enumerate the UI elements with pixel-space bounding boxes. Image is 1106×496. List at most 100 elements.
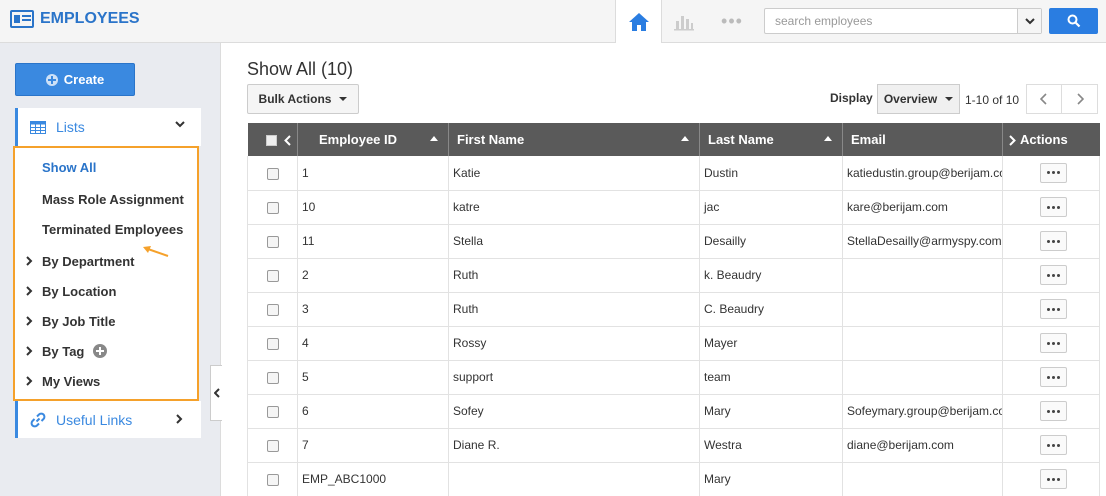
column-header-last-name[interactable]: Last Name [699, 123, 843, 156]
row-checkbox[interactable] [266, 303, 279, 316]
row-checkbox[interactable] [266, 371, 279, 384]
row-actions-button[interactable] [1039, 162, 1067, 183]
more-button[interactable]: ••• [716, 0, 748, 43]
last-name-cell: Mary [699, 462, 843, 496]
table-row[interactable]: 1 Katie Dustin katiedustin.group@berijam.co… [247, 156, 1100, 191]
useful-links-label: Useful Links [56, 411, 133, 428]
row-select-cell [247, 258, 298, 293]
table-row[interactable]: 2 Ruth k. Beaudry [247, 258, 1100, 293]
row-actions-button[interactable] [1039, 299, 1067, 319]
more-dots-icon [1051, 239, 1055, 243]
chevron-right-icon [1076, 93, 1084, 105]
row-select-cell [247, 428, 298, 463]
actions-cell [1002, 394, 1100, 429]
table-row[interactable]: 11 Stella Desailly StellaDesailly@armyspy.c… [247, 224, 1100, 259]
list-item-mass-role-assignment[interactable]: Mass Role Assignment [42, 189, 184, 209]
row-actions-button[interactable] [1039, 469, 1067, 489]
app-title-text: EMPLOYEES [40, 10, 140, 27]
list-item-show-all[interactable]: Show All [42, 157, 96, 177]
column-header-employee-id[interactable]: Employee ID [297, 123, 449, 156]
list-item-label: By Tag [42, 343, 85, 359]
actions-cell [1002, 258, 1100, 293]
more-dots-icon [1056, 341, 1060, 345]
sort-ascending-icon [430, 136, 438, 141]
more-dots-icon [1056, 205, 1060, 209]
actions-cell [1002, 224, 1100, 259]
actions-cell [1002, 292, 1100, 327]
search-button[interactable] [1049, 8, 1098, 34]
more-dots-icon [1046, 205, 1050, 209]
create-button-label: Create [63, 72, 105, 87]
column-header-email[interactable]: Email [842, 123, 1003, 156]
chevron-right-icon [176, 414, 183, 424]
table-row[interactable]: 6 Sofey Mary Sofeymary.group@berijam.com [247, 394, 1100, 429]
page-title: Show All (10) [247, 59, 354, 79]
add-tag-icon[interactable] [93, 344, 108, 358]
display-select-value: Overview [883, 92, 938, 106]
row-checkbox[interactable] [266, 269, 279, 282]
list-item-by-job-title[interactable]: By Job Title [26, 311, 115, 331]
select-all-checkbox[interactable] [265, 135, 277, 147]
row-checkbox[interactable] [266, 167, 279, 180]
column-header-first-name[interactable]: First Name [448, 123, 700, 156]
display-select[interactable]: Overview [877, 84, 960, 114]
row-actions-button[interactable] [1039, 197, 1067, 217]
first-name-cell: Diane R. [448, 428, 700, 463]
chevron-right-icon[interactable] [1009, 135, 1016, 146]
lists-label: Lists [56, 119, 85, 135]
bulk-actions-button[interactable]: Bulk Actions [247, 84, 359, 114]
list-item-label: By Department [42, 253, 135, 269]
first-name-cell: Ruth [448, 258, 700, 293]
next-page-button[interactable] [1062, 84, 1098, 114]
previous-page-button[interactable] [1026, 84, 1062, 114]
list-item-by-location[interactable]: By Location [26, 281, 116, 301]
row-actions-button[interactable] [1039, 333, 1067, 353]
email-cell [842, 292, 1003, 327]
column-header-label: First Name [457, 132, 525, 147]
actions-cell [1002, 428, 1100, 463]
row-checkbox[interactable] [266, 337, 279, 350]
more-dots-icon [1051, 477, 1055, 481]
more-dots-icon [1046, 273, 1050, 277]
table-row[interactable]: 3 Ruth C. Beaudry [247, 292, 1100, 327]
list-item-terminated-employees[interactable]: Terminated Employees [42, 219, 183, 239]
app-title[interactable]: EMPLOYEES [10, 10, 140, 28]
row-checkbox[interactable] [266, 201, 279, 214]
row-actions-button[interactable] [1039, 265, 1067, 285]
display-label: Display [830, 91, 873, 105]
row-checkbox[interactable] [266, 473, 279, 486]
sidebar-collapse-toggle[interactable] [210, 365, 222, 421]
row-actions-button[interactable] [1039, 435, 1067, 455]
chevron-left-icon[interactable] [284, 135, 291, 146]
more-dots-icon [1051, 375, 1055, 379]
search-dropdown-button[interactable] [1017, 9, 1041, 33]
home-button[interactable] [615, 0, 662, 43]
list-item-label: Mass Role Assignment [42, 191, 184, 207]
sidebar: Create Lists Show All Mass Role Assignme… [0, 43, 222, 496]
list-item-label: My Views [42, 373, 101, 389]
list-item-by-tag[interactable]: By Tag [26, 341, 108, 361]
row-checkbox[interactable] [266, 439, 279, 452]
last-name-cell: k. Beaudry [699, 258, 843, 293]
search-input[interactable] [765, 9, 1017, 33]
table-row[interactable]: 10 katre jac kare@berijam.com [247, 190, 1100, 225]
more-dots-icon [1051, 205, 1055, 209]
row-actions-button[interactable] [1039, 367, 1067, 387]
table-row[interactable]: 5 support team [247, 360, 1100, 395]
list-item-my-views[interactable]: My Views [26, 371, 101, 391]
row-actions-button[interactable] [1039, 231, 1067, 251]
create-button[interactable]: Create [15, 63, 135, 96]
reports-button[interactable] [668, 0, 700, 43]
table-row[interactable]: EMP_ABC1000 Mary [247, 462, 1100, 496]
employee-id-cell: 3 [297, 292, 449, 327]
row-checkbox[interactable] [266, 405, 279, 418]
useful-links-section-header[interactable]: Useful Links [15, 401, 201, 438]
row-actions-button[interactable] [1039, 401, 1067, 421]
bar-chart-icon [674, 15, 694, 30]
row-checkbox[interactable] [266, 235, 279, 248]
table-row[interactable]: 4 Rossy Mayer [247, 326, 1100, 361]
lists-section-header[interactable]: Lists [15, 108, 201, 146]
list-item-by-department[interactable]: By Department [26, 251, 135, 271]
last-name-cell: Westra [699, 428, 843, 463]
table-row[interactable]: 7 Diane R. Westra diane@berijam.com [247, 428, 1100, 463]
